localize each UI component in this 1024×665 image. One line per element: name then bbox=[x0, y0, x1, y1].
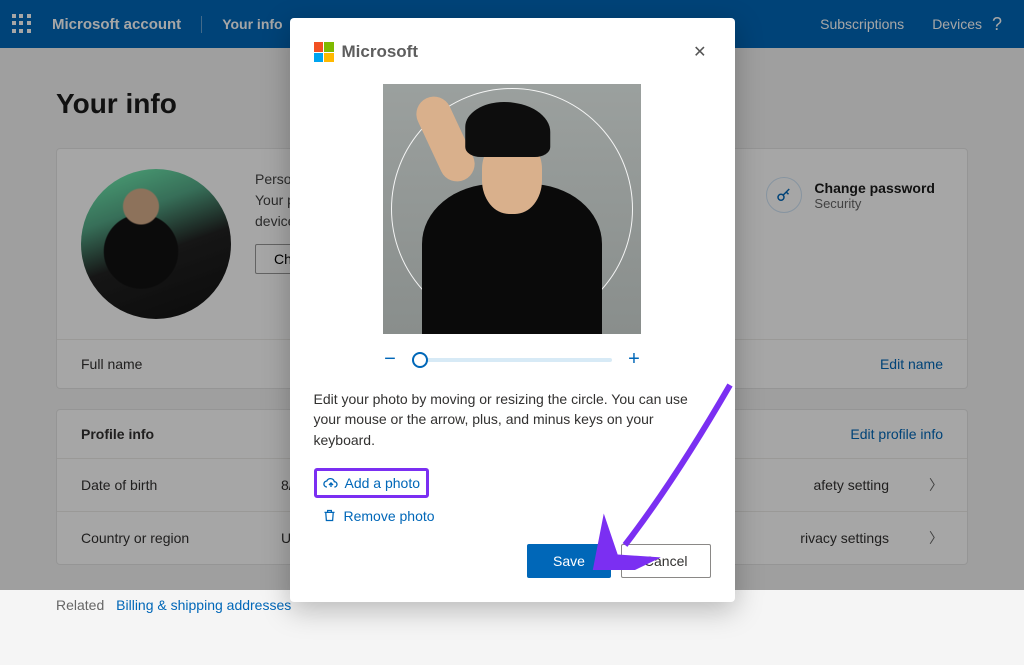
zoom-track[interactable] bbox=[412, 358, 612, 362]
photo-crop-area[interactable] bbox=[314, 84, 711, 334]
zoom-slider: − + bbox=[314, 348, 711, 371]
close-icon[interactable]: ✕ bbox=[689, 38, 710, 66]
zoom-thumb[interactable] bbox=[412, 352, 428, 368]
zoom-out-button[interactable]: − bbox=[380, 348, 400, 371]
cloud-upload-icon bbox=[323, 475, 339, 491]
zoom-in-button[interactable]: + bbox=[624, 348, 644, 371]
modal-overlay: Microsoft ✕ − + Edit your photo by movin… bbox=[0, 0, 1024, 590]
billing-addresses-link[interactable]: Billing & shipping addresses bbox=[116, 597, 291, 613]
trash-icon bbox=[322, 508, 338, 524]
microsoft-logo-icon bbox=[314, 42, 334, 62]
modal-brand: Microsoft bbox=[314, 42, 419, 62]
annotation-arrow bbox=[555, 380, 755, 570]
photo-preview bbox=[383, 84, 641, 334]
add-photo-button[interactable]: Add a photo bbox=[314, 468, 430, 498]
remove-photo-button[interactable]: Remove photo bbox=[322, 508, 435, 524]
